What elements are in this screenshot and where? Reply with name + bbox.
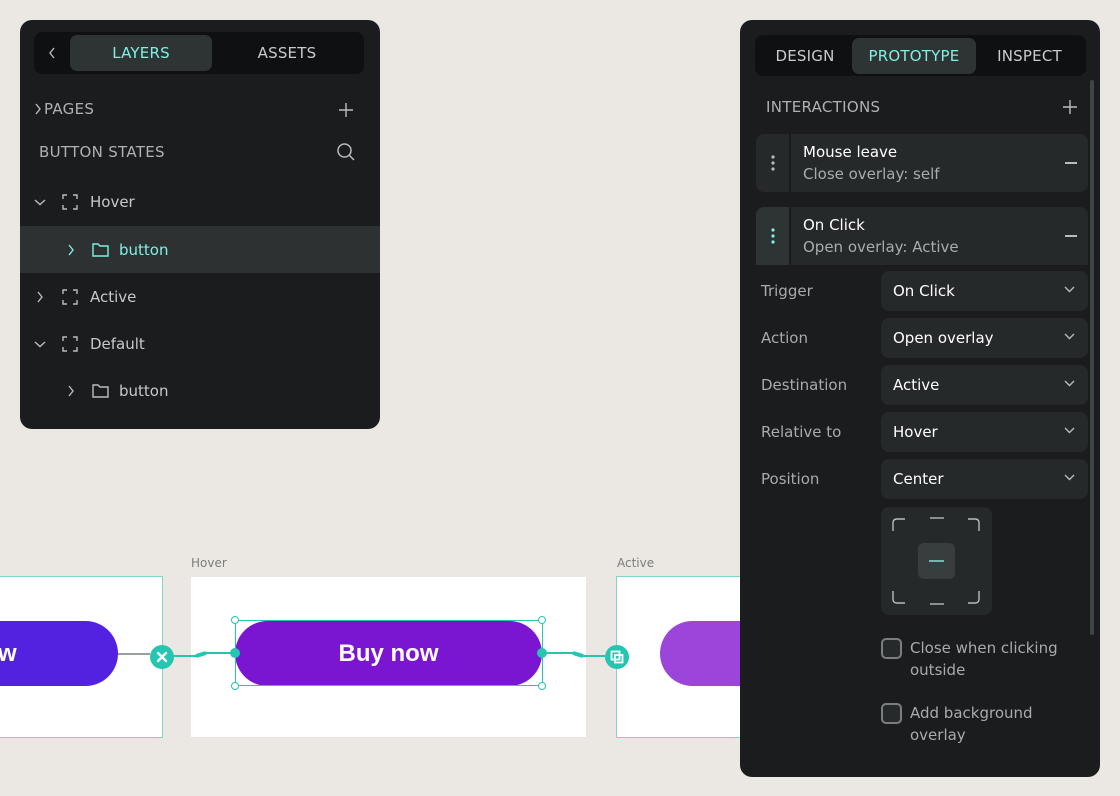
position-value: Center (893, 470, 944, 488)
vertical-dots-icon (770, 228, 775, 244)
interaction-subtitle: Open overlay: Active (803, 238, 959, 256)
interaction-item[interactable]: Mouse leave Close overlay: self (756, 134, 1088, 192)
layers-tabbar: LAYERS ASSETS (34, 32, 364, 74)
background-overlay-checkbox[interactable] (881, 703, 902, 724)
interaction-title: Mouse leave (803, 143, 898, 161)
board-icon (62, 335, 78, 352)
chevron-right-icon (68, 244, 74, 255)
background-overlay-label: Add background overlay (910, 704, 1033, 744)
chevron-right-icon (37, 291, 43, 302)
layers-panel: LAYERS ASSETS PAGES BUTTON STATES Hover … (20, 20, 380, 429)
interactions-title: INTERACTIONS (766, 98, 881, 116)
connection-node-left[interactable] (230, 648, 240, 658)
close-overlay-icon[interactable] (150, 645, 174, 669)
layer-label: button (119, 240, 169, 259)
chevron-right-icon (35, 103, 41, 115)
plus-icon (339, 103, 353, 117)
tab-design[interactable]: DESIGN (758, 38, 852, 74)
relative-to-select[interactable]: Hover (881, 412, 1088, 452)
tab-assets[interactable]: ASSETS (212, 35, 362, 71)
chevron-down-icon (34, 340, 46, 347)
folder-icon (92, 384, 109, 398)
layer-row-hover[interactable]: Hover (20, 178, 380, 225)
chevron-down-icon (34, 198, 46, 205)
section-title: BUTTON STATES (39, 143, 165, 161)
add-page-button[interactable] (338, 102, 354, 118)
relative-to-value: Hover (893, 423, 938, 441)
pages-toggle[interactable]: PAGES (34, 100, 94, 118)
folder-icon (92, 243, 109, 257)
add-interaction-button[interactable] (1062, 99, 1078, 115)
search-layers-button[interactable] (336, 142, 356, 162)
scrollbar[interactable] (1090, 80, 1094, 635)
interaction-item-selected[interactable]: On Click Open overlay: Active (756, 207, 1088, 265)
chevron-right-icon (68, 385, 74, 396)
drag-handle[interactable] (756, 134, 791, 192)
interaction-subtitle: Close overlay: self (803, 165, 940, 183)
chevron-down-icon (1064, 474, 1075, 481)
tab-prototype[interactable]: PROTOTYPE (852, 37, 976, 74)
close-outside-label: Close when clicking outside (910, 639, 1058, 679)
chevron-down-icon (1064, 380, 1075, 387)
action-select[interactable]: Open overlay (881, 318, 1088, 358)
search-icon (337, 143, 355, 161)
tab-inspect[interactable]: INSPECT (976, 38, 1083, 74)
position-select[interactable]: Center (881, 459, 1088, 499)
layer-row-default-button[interactable]: button (20, 367, 380, 414)
vertical-dots-icon (770, 155, 775, 171)
relative-to-label: Relative to (761, 423, 842, 441)
chevron-down-icon (1064, 286, 1075, 293)
remove-interaction-button[interactable] (1065, 235, 1077, 237)
inspector-panel: DESIGN PROTOTYPE INSPECT INTERACTIONS Mo… (740, 20, 1100, 777)
trigger-value: On Click (893, 282, 955, 300)
destination-select[interactable]: Active (881, 365, 1088, 405)
close-outside-checkbox[interactable] (881, 638, 902, 659)
board-icon (62, 288, 78, 305)
destination-label: Destination (761, 376, 848, 394)
position-picker[interactable] (881, 507, 992, 615)
trigger-label: Trigger (761, 282, 813, 300)
remove-interaction-button[interactable] (1065, 162, 1077, 164)
layer-label: Default (90, 334, 145, 353)
tab-layers[interactable]: LAYERS (70, 35, 212, 71)
layer-label: Hover (90, 192, 135, 211)
connection-node-right[interactable] (537, 648, 547, 658)
destination-value: Active (893, 376, 940, 394)
position-label: Position (761, 470, 820, 488)
pages-label: PAGES (44, 100, 95, 118)
board-icon (62, 193, 78, 210)
chevron-left-icon (49, 47, 55, 59)
layer-label: Active (90, 287, 137, 306)
inspector-tabbar: DESIGN PROTOTYPE INSPECT (755, 35, 1086, 76)
collapse-panel-button[interactable] (34, 35, 70, 71)
open-overlay-icon[interactable] (605, 645, 629, 669)
action-value: Open overlay (893, 329, 994, 347)
interaction-title: On Click (803, 216, 865, 234)
chevron-down-icon (1064, 427, 1075, 434)
layer-row-hover-button[interactable]: button (20, 226, 380, 273)
layer-label: button (119, 381, 169, 400)
action-label: Action (761, 329, 808, 347)
chevron-down-icon (1064, 333, 1075, 340)
layer-row-active[interactable]: Active (20, 273, 380, 320)
layer-row-default[interactable]: Default (20, 320, 380, 367)
plus-icon (1063, 100, 1077, 114)
trigger-select[interactable]: On Click (881, 271, 1088, 311)
drag-handle[interactable] (756, 207, 791, 265)
position-anchor-grid (892, 517, 980, 605)
